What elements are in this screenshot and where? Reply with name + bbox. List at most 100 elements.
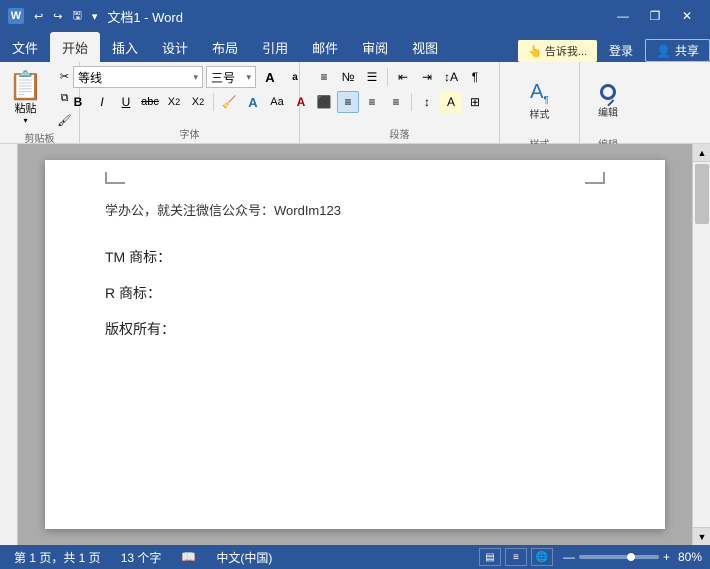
page-corner-top-right [585,172,605,184]
editing-button[interactable]: 编辑 [586,66,630,136]
tab-view[interactable]: 视图 [400,32,450,62]
italic-button[interactable]: I [91,91,113,113]
zoom-thumb[interactable] [627,553,635,561]
paragraph-group: ≡ № ☰ ⇤ ⇥ ↕A ¶ ⬛ ≡ ≡ ≡ ↕ A ⊞ 段落 [300,62,500,143]
auto-save-button[interactable]: 🖫 [68,5,85,28]
tab-start[interactable]: 开始 [50,32,100,62]
styles-group: A¶ 样式 样式 [500,62,580,143]
styles-icon: A¶ [530,81,549,106]
tab-file[interactable]: 文件 [0,32,50,62]
undo-redo-group: ↩ ↪ 🖫 ▾ [30,5,101,28]
decrease-indent-button[interactable]: ⇤ [392,66,414,88]
close-button[interactable]: ✕ [672,5,702,27]
sort-button[interactable]: ↕A [440,66,462,88]
text-effect-button[interactable]: A [242,91,264,113]
zoom-plus-button[interactable]: + [663,550,670,564]
title-bar-left: W ↩ ↪ 🖫 ▾ 文档1 - Word [8,5,183,28]
scroll-left [0,144,18,545]
borders-button[interactable]: ⊞ [464,91,486,113]
char-count: 13 个字 [115,549,168,566]
doc-line-tm[interactable]: TM 商标： [105,247,605,267]
align-left-button[interactable]: ⬛ [313,91,335,113]
zoom-minus-button[interactable]: — [563,550,575,564]
paste-label: 粘贴 [15,100,37,116]
strikethrough-button[interactable]: abc [139,91,161,113]
font-size-dropdown[interactable]: 三号 ▾ [206,66,256,88]
zoom-level: 80% [678,550,702,564]
cut-icon: ✂ [60,70,69,83]
doc-line-r[interactable]: R 商标： [105,283,605,303]
minimize-button[interactable]: — [608,5,638,27]
clipboard-label: 剪贴板 [6,130,73,145]
restore-button[interactable]: ❐ [640,5,670,27]
status-bar: 第 1 页，共 1 页 13 个字 📖 中文(中国) ▤ ≡ 🌐 — + 80% [0,545,710,569]
web-layout-button[interactable]: 🌐 [531,548,553,566]
format-painter-button[interactable]: 🖌 [53,110,77,130]
paste-dropdown-icon: ▾ [23,116,27,125]
show-hide-button[interactable]: ¶ [464,66,486,88]
font-increase-button[interactable]: A [259,66,281,88]
tell-me-input[interactable]: 👆 告诉我... [518,40,597,62]
scrollbar-right[interactable]: ▲ ▼ [692,144,710,545]
zoom-slider[interactable] [579,555,659,559]
page-indicator: 第 1 页，共 1 页 [8,549,107,566]
paste-icon: 📋 [8,72,43,100]
editing-group: 编辑 编辑 [580,62,636,143]
justify-button[interactable]: ≡ [385,91,407,113]
doc-line-copyright[interactable]: 版权所有： [105,319,605,339]
login-button[interactable]: 登录 [601,40,641,61]
scroll-track [693,162,710,527]
tab-layout[interactable]: 布局 [200,32,250,62]
scroll-down-button[interactable]: ▼ [693,527,710,545]
align-right-button[interactable]: ≡ [361,91,383,113]
font-name-dropdown[interactable]: 等线 ▾ [73,66,203,88]
redo-button[interactable]: ↪ [49,8,66,25]
document-area: 学办公，就关注微信公众号：WordIm123 TM 商标： R 商标： 版权所有… [0,144,710,545]
superscript-button[interactable]: X2 [187,91,209,113]
format-painter-icon: 🖌 [58,114,72,127]
font-size-arrow: ▾ [246,72,251,83]
status-right: ▤ ≡ 🌐 — + 80% [479,548,702,566]
ribbon: 📋 粘贴 ▾ ✂ ⧉ 🖌 剪贴板 [0,62,710,144]
share-button[interactable]: 👤 共享 [645,39,710,62]
styles-button[interactable]: A¶ 样式 [518,66,562,136]
styles-label: 样式 [530,106,550,121]
numbering-button[interactable]: № [337,66,359,88]
underline-button[interactable]: U [115,91,137,113]
search-magnifier-icon [600,84,616,104]
line-spacing-button[interactable]: ↕ [416,91,438,113]
change-case-button[interactable]: Aa [266,91,288,113]
tab-design[interactable]: 设计 [150,32,200,62]
tab-insert[interactable]: 插入 [100,32,150,62]
scroll-thumb[interactable] [695,164,709,224]
multilevel-list-button[interactable]: ☰ [361,66,383,88]
increase-indent-button[interactable]: ⇥ [416,66,438,88]
bold-button[interactable]: B [67,91,89,113]
font-name-arrow: ▾ [193,72,198,83]
shading-button[interactable]: A [440,91,462,113]
bullets-button[interactable]: ≡ [313,66,335,88]
tab-review[interactable]: 审阅 [350,32,400,62]
subscript-button[interactable]: X2 [163,91,185,113]
clear-format-button[interactable]: 🧹 [218,91,240,113]
document-page[interactable]: 学办公，就关注微信公众号：WordIm123 TM 商标： R 商标： 版权所有… [45,160,665,529]
print-layout-button[interactable]: ▤ [479,548,501,566]
window-controls: — ❐ ✕ [608,5,702,27]
tab-references[interactable]: 引用 [250,32,300,62]
align-center-button[interactable]: ≡ [337,91,359,113]
undo-button[interactable]: ↩ [30,8,47,25]
word-app-icon: W [8,8,24,24]
title-bar: W ↩ ↪ 🖫 ▾ 文档1 - Word — ❐ ✕ [0,0,710,32]
quick-access-dropdown[interactable]: ▾ [88,8,102,25]
language-indicator: 中文(中国) [210,549,278,566]
paragraph-label: 段落 [306,126,493,141]
ribbon-tabs: 文件 开始 插入 设计 布局 引用 邮件 审阅 视图 👆 告诉我... 登录 👤… [0,32,710,62]
tab-mailings[interactable]: 邮件 [300,32,350,62]
font-group: 等线 ▾ 三号 ▾ A a B I U abc X2 X2 🧹 [80,62,300,143]
dict-icon[interactable]: 📖 [175,550,202,564]
paste-button[interactable]: 📋 粘贴 ▾ [3,70,49,127]
window-title: 文档1 - Word [107,7,183,26]
read-mode-button[interactable]: ≡ [505,548,527,566]
scroll-up-button[interactable]: ▲ [693,144,710,162]
main-content: 学办公，就关注微信公众号：WordIm123 TM 商标： R 商标： 版权所有… [18,144,692,545]
